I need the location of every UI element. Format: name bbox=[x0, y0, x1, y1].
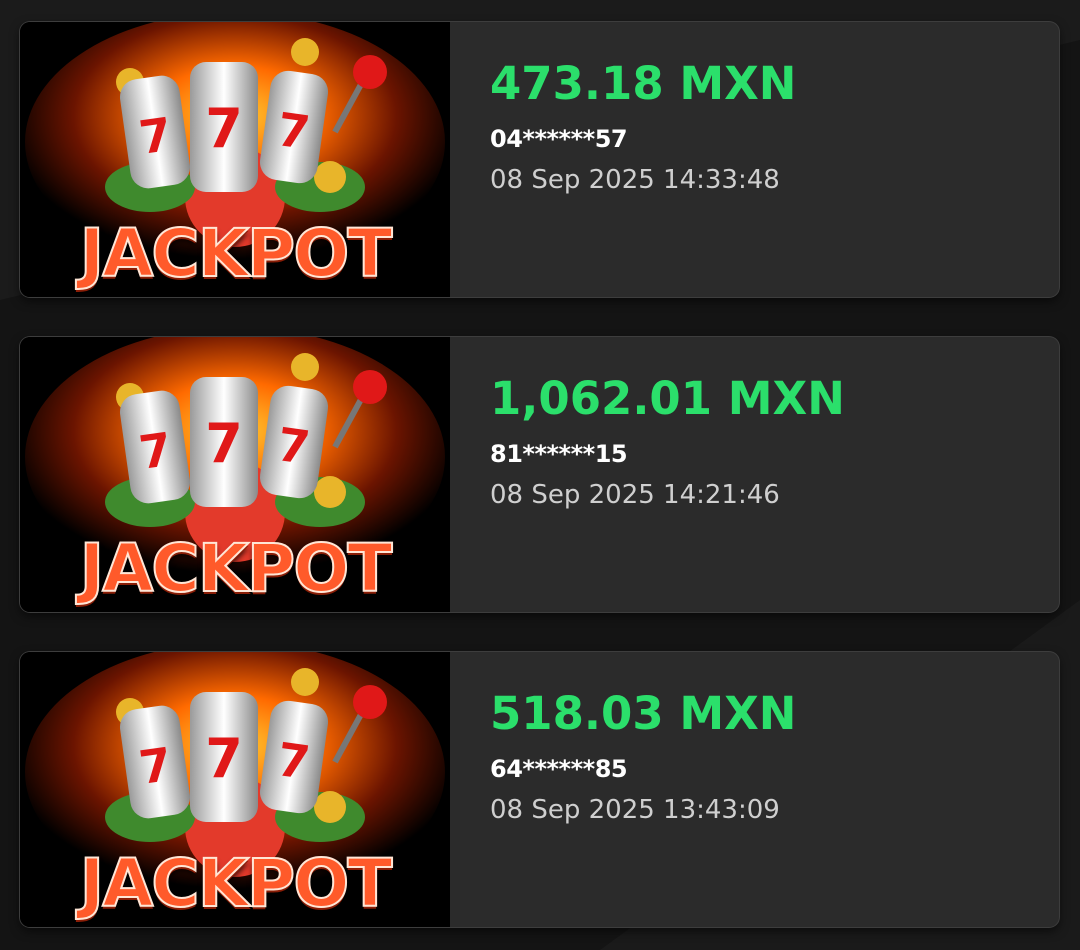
win-amount: 518.03 MXN bbox=[490, 687, 797, 740]
win-timestamp: 08 Sep 2025 13:43:09 bbox=[490, 795, 780, 825]
win-card[interactable]: 7 7 7 JACKPOT 473.18 MXN 04******57 08 S… bbox=[20, 22, 1059, 297]
win-card[interactable]: 7 7 7 JACKPOT 1,062.01 MXN 81******15 08… bbox=[20, 337, 1059, 612]
jackpot-title: JACKPOT bbox=[79, 845, 394, 922]
win-info: 473.18 MXN 04******57 08 Sep 2025 14:33:… bbox=[450, 22, 1059, 297]
win-card[interactable]: 7 7 7 JACKPOT 518.03 MXN 64******85 08 S… bbox=[20, 652, 1059, 927]
win-amount: 1,062.01 MXN bbox=[490, 372, 845, 425]
win-timestamp: 08 Sep 2025 14:21:46 bbox=[490, 480, 780, 510]
svg-text:7: 7 bbox=[205, 727, 243, 790]
masked-user-id: 04******57 bbox=[490, 125, 628, 153]
jackpot-title: JACKPOT bbox=[79, 215, 394, 292]
win-amount: 473.18 MXN bbox=[490, 57, 797, 110]
win-info: 1,062.01 MXN 81******15 08 Sep 2025 14:2… bbox=[450, 337, 1059, 612]
jackpot-title: JACKPOT bbox=[79, 530, 394, 607]
win-timestamp: 08 Sep 2025 14:33:48 bbox=[490, 165, 780, 195]
svg-text:7: 7 bbox=[205, 412, 243, 475]
jackpot-thumbnail: 7 7 7 JACKPOT bbox=[20, 22, 450, 297]
jackpot-thumbnail: 7 7 7 JACKPOT bbox=[20, 337, 450, 612]
masked-user-id: 64******85 bbox=[490, 755, 628, 783]
recent-wins-list: 7 7 7 JACKPOT 473.18 MXN 04******57 08 S… bbox=[20, 22, 1059, 927]
jackpot-thumbnail: 7 7 7 JACKPOT bbox=[20, 652, 450, 927]
svg-text:7: 7 bbox=[205, 97, 243, 160]
masked-user-id: 81******15 bbox=[490, 440, 628, 468]
win-info: 518.03 MXN 64******85 08 Sep 2025 13:43:… bbox=[450, 652, 1059, 927]
